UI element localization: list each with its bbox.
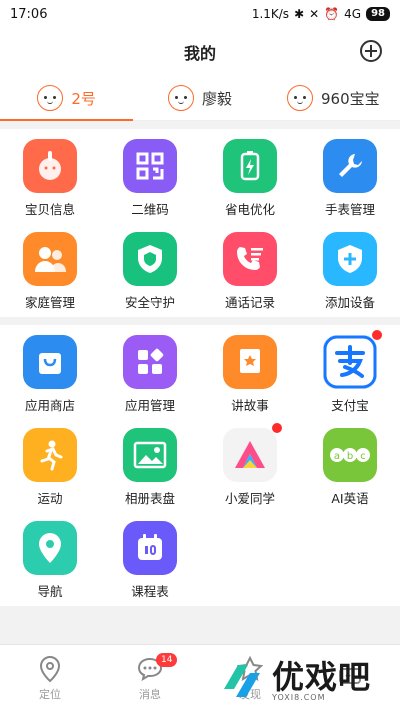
status-bar: 17:06 1.1K/s ✱ ✕ ⏰ 4G 98 <box>0 0 400 28</box>
alipay-icon <box>323 330 382 389</box>
feature-label: 运动 <box>37 491 63 506</box>
location-pin-icon <box>23 521 77 575</box>
child-tab[interactable]: 960宝宝 <box>267 76 400 120</box>
settings-section: 宝贝信息 二维码 省电优化 手表管理家庭管理 安全守护 通话记录 添加设备 <box>0 129 400 317</box>
svg-text:a: a <box>334 451 340 462</box>
feature-label: 支付宝 <box>331 398 369 413</box>
feature-tile[interactable]: 相册表盘 <box>100 428 200 507</box>
call-log-icon <box>223 232 277 286</box>
child-tab[interactable]: 廖毅 <box>133 76 266 120</box>
feature-label: 安全守护 <box>124 295 175 310</box>
feature-tile[interactable]: 导航 <box>0 521 100 600</box>
wrench-icon <box>323 139 377 193</box>
feature-tile[interactable]: 应用管理 <box>100 335 200 414</box>
notification-dot <box>272 423 282 433</box>
tab-location[interactable]: 定位 <box>0 645 100 711</box>
feature-tile[interactable]: 省电优化 <box>200 139 300 218</box>
feature-tile[interactable]: 手表管理 <box>300 139 400 218</box>
child-name: 960宝宝 <box>321 89 380 108</box>
add-icon[interactable] <box>360 40 382 62</box>
feature-label: 应用商店 <box>24 398 75 413</box>
calendar-icon <box>123 521 177 575</box>
notification-dot <box>372 330 382 340</box>
bunny-face-icon <box>23 139 77 193</box>
network-type: 4G <box>344 7 362 21</box>
child-tab[interactable]: 2号 <box>0 76 134 121</box>
xiaoai-icon <box>223 423 282 482</box>
feature-label: 手表管理 <box>324 202 375 217</box>
feature-tile[interactable]: 二维码 <box>100 139 200 218</box>
feature-label: AI英语 <box>331 491 369 506</box>
running-icon <box>23 428 77 482</box>
child-tabs: 2号 廖毅 960宝宝 <box>0 76 400 121</box>
feature-tile[interactable]: 通话记录 <box>200 232 300 311</box>
network-speed: 1.1K/s <box>251 7 290 21</box>
feature-label: 省电优化 <box>224 202 275 217</box>
feature-label: 导航 <box>37 584 63 599</box>
battery-bolt-icon <box>223 139 277 193</box>
unread-badge: 14 <box>156 653 178 667</box>
feature-tile[interactable]: 家庭管理 <box>0 232 100 311</box>
alarm-icon: ⏰ <box>324 7 340 21</box>
feature-tile[interactable]: 宝贝信息 <box>0 139 100 218</box>
feature-label: 通话记录 <box>224 295 275 310</box>
feature-tile[interactable]: 安全守护 <box>100 232 200 311</box>
status-indicators: 1.1K/s ✱ ✕ ⏰ 4G 98 <box>252 7 390 21</box>
feature-tile[interactable]: 课程表 <box>100 521 200 600</box>
feature-tile[interactable]: 运动 <box>0 428 100 507</box>
story-book-icon <box>223 335 277 389</box>
feature-label: 应用管理 <box>124 398 175 413</box>
feature-label: 家庭管理 <box>24 295 75 310</box>
feature-label: 讲故事 <box>231 398 269 413</box>
title-bar: 我的 <box>0 28 400 76</box>
feature-label: 添加设备 <box>324 295 375 310</box>
child-name: 2号 <box>71 89 96 108</box>
location-icon <box>36 655 64 686</box>
qr-code-icon <box>123 139 177 193</box>
feature-tile[interactable]: 小爱同学 <box>200 423 300 507</box>
settings-grid: 宝贝信息 二维码 省电优化 手表管理家庭管理 安全守护 通话记录 添加设备 <box>0 139 400 311</box>
feature-label: 相册表盘 <box>124 491 175 506</box>
child-avatar-icon <box>287 85 313 111</box>
feature-tile[interactable]: 添加设备 <box>300 232 400 311</box>
bluetooth-icon: ✱ <box>294 7 305 21</box>
status-time: 17:06 <box>10 6 48 22</box>
shield-icon <box>123 232 177 286</box>
watermark: 优戏吧 YOXI8.COM <box>218 651 400 711</box>
feature-tile[interactable]: 讲故事 <box>200 335 300 414</box>
apps-section: 应用商店 应用管理 讲故事 支付宝运动 相册表盘 小爱同学 a b c AI英语导航 课程表 <box>0 325 400 606</box>
apps-grid: 应用商店 应用管理 讲故事 支付宝运动 相册表盘 小爱同学 a b c AI英语导航 课程表 <box>0 330 400 600</box>
svg-text:c: c <box>360 451 366 462</box>
feature-tile[interactable]: a b c AI英语 <box>300 428 400 507</box>
child-avatar-icon <box>37 85 64 111</box>
feature-tile[interactable]: 应用商店 <box>0 335 100 414</box>
family-icon <box>23 232 77 286</box>
child-name: 廖毅 <box>201 89 232 108</box>
page-title: 我的 <box>183 44 216 63</box>
feature-label: 二维码 <box>131 202 169 217</box>
abc-icon: abc <box>323 428 377 482</box>
battery-indicator: 98 <box>366 7 390 21</box>
tab-label: 定位 <box>39 687 61 701</box>
child-avatar-icon <box>167 85 194 111</box>
feature-label: 课程表 <box>131 584 169 599</box>
photo-icon <box>123 428 177 482</box>
feature-tile[interactable]: 支付宝 <box>300 330 400 414</box>
mute-icon: ✕ <box>309 7 320 21</box>
watermark-text: 优戏吧 <box>272 657 372 696</box>
feature-label: 小爱同学 <box>224 491 275 506</box>
feature-label: 宝贝信息 <box>24 202 75 217</box>
shopping-bag-icon <box>23 335 77 389</box>
svg-text:b: b <box>347 451 353 462</box>
tab-label: 消息 <box>139 687 161 701</box>
tab-chat[interactable]: 14 消息 <box>100 645 200 711</box>
add-device-icon <box>323 232 377 286</box>
apps-grid-icon <box>123 335 177 389</box>
watermark-logo-icon <box>224 665 260 697</box>
